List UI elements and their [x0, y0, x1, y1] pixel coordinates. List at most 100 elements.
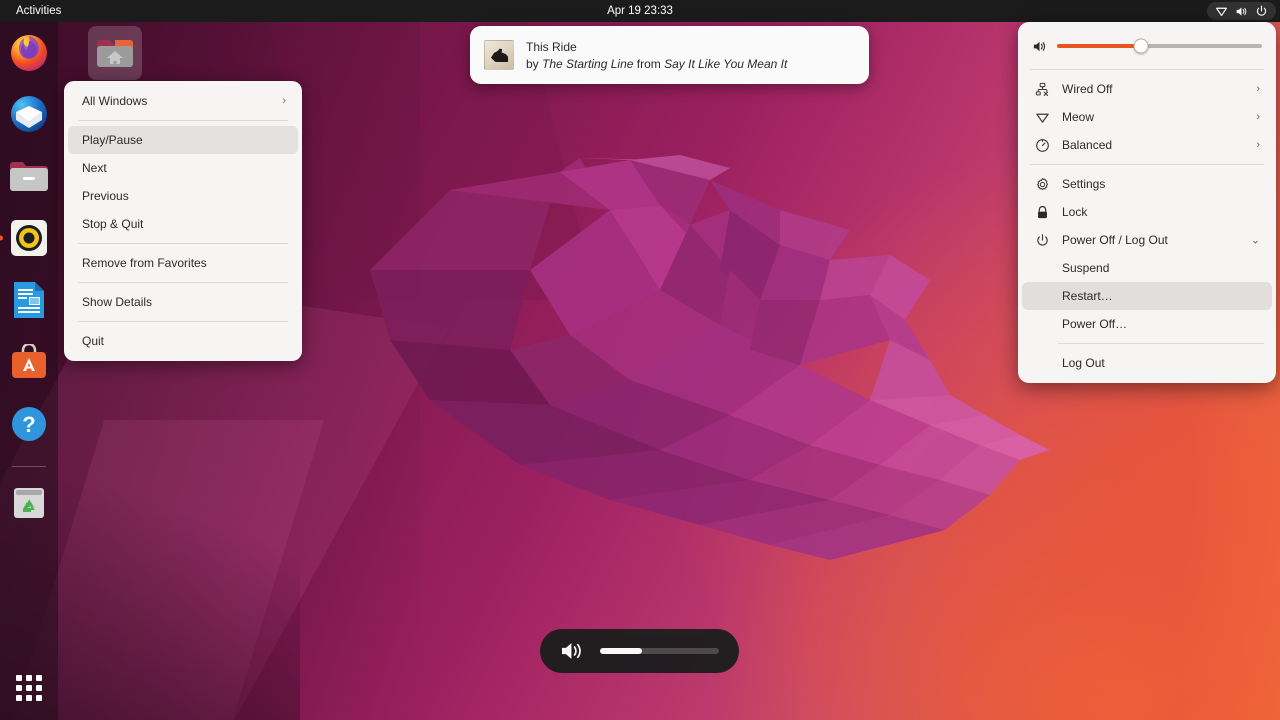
menu-separator [1030, 69, 1264, 70]
show-applications-button[interactable] [7, 666, 51, 710]
context-separator [78, 243, 288, 244]
sysmenu-item-settings[interactable]: Settings [1022, 170, 1272, 198]
dock-context-menu: All Windows › Play/Pause Next Previous S… [64, 81, 302, 361]
track-subtitle: by The Starting Line from Say It Like Yo… [526, 57, 787, 71]
trash-icon [12, 485, 46, 521]
libreoffice-writer-icon [12, 280, 46, 320]
gear-icon [1034, 176, 1050, 192]
home-folder-icon [96, 37, 134, 69]
context-item-play-pause[interactable]: Play/Pause [68, 126, 298, 154]
activities-label: Activities [16, 5, 61, 17]
clock-button[interactable]: Apr 19 23:33 [599, 0, 681, 22]
jellyfish-illustration [330, 150, 1070, 580]
by-prefix: by [526, 57, 539, 71]
context-item-previous[interactable]: Previous [68, 182, 298, 210]
dock-item-ubuntu-software[interactable] [7, 340, 51, 384]
osd-volume-fill [600, 648, 642, 654]
dock-item-firefox[interactable] [7, 30, 51, 74]
sysmenu-item-label: Wired Off [1062, 82, 1112, 96]
desktop-screen: ? Activities Apr 19 23:33 [0, 0, 1280, 720]
thunderbird-icon [9, 94, 49, 134]
rhythmbox-icon [10, 219, 48, 257]
power-submenu-label: Power Off… [1062, 317, 1127, 331]
context-item-all-windows[interactable]: All Windows › [68, 87, 298, 115]
ubuntu-software-icon [10, 344, 48, 380]
track-album: Say It Like You Mean It [664, 57, 787, 71]
context-item-label: All Windows [82, 94, 147, 108]
context-separator [78, 120, 288, 121]
sysmenu-item-label: Settings [1062, 177, 1105, 191]
vpn-shield-icon [1034, 109, 1050, 125]
chevron-right-icon: › [282, 95, 286, 107]
context-item-stop-and-quit[interactable]: Stop & Quit [68, 210, 298, 238]
volume-high-icon [560, 640, 586, 662]
track-title: This Ride [526, 40, 787, 54]
volume-osd [540, 629, 739, 673]
chevron-down-icon: ⌄ [1251, 234, 1260, 247]
dock-item-thunderbird[interactable] [7, 92, 51, 136]
volume-slider-row[interactable] [1018, 28, 1276, 64]
top-panel: Activities Apr 19 23:33 [0, 0, 1280, 22]
volume-high-icon [1032, 39, 1047, 54]
power-submenu-item-suspend[interactable]: Suspend [1022, 254, 1272, 282]
context-item-label: Previous [82, 189, 129, 203]
context-item-label: Show Details [82, 295, 152, 309]
sysmenu-item-wired[interactable]: Wired Off › [1022, 75, 1272, 103]
home-folder-desktop-icon[interactable] [88, 26, 142, 80]
power-submenu-item-power-off[interactable]: Power Off… [1022, 310, 1272, 338]
help-icon: ? [10, 405, 48, 443]
context-item-label: Play/Pause [82, 133, 143, 147]
dock-item-rhythmbox[interactable] [7, 216, 51, 260]
dock-item-files[interactable] [7, 154, 51, 198]
power-submenu-item-log-out[interactable]: Log Out [1022, 349, 1272, 377]
volume-slider[interactable] [1057, 44, 1262, 48]
album-art-thumbnail [484, 40, 514, 70]
sysmenu-item-lock[interactable]: Lock [1022, 198, 1272, 226]
wired-off-icon [1034, 81, 1050, 97]
context-item-show-details[interactable]: Show Details [68, 288, 298, 316]
power-profile-icon [1034, 137, 1050, 153]
clock-label: Apr 19 23:33 [607, 5, 673, 17]
album-art-figure [491, 48, 508, 62]
from-prefix: from [637, 57, 661, 71]
firefox-icon [9, 32, 49, 72]
running-indicator-dot [0, 236, 3, 241]
sysmenu-item-label: Meow [1062, 110, 1094, 124]
menu-separator [1030, 164, 1264, 165]
context-separator [78, 282, 288, 283]
context-item-label: Stop & Quit [82, 217, 143, 231]
dock: ? [0, 22, 58, 720]
activities-button[interactable]: Activities [8, 0, 69, 22]
power-icon [1034, 232, 1050, 248]
context-item-quit[interactable]: Quit [68, 327, 298, 355]
chevron-right-icon: › [1256, 139, 1260, 151]
sysmenu-item-label: Power Off / Log Out [1062, 233, 1168, 247]
dock-item-libreoffice-writer[interactable] [7, 278, 51, 322]
sysmenu-item-power-off-log-out[interactable]: Power Off / Log Out ⌄ [1022, 226, 1272, 254]
vpn-shield-icon [1215, 5, 1228, 18]
volume-slider-handle[interactable] [1134, 39, 1149, 54]
status-menu-button[interactable] [1207, 2, 1276, 20]
power-submenu-label: Restart… [1062, 289, 1113, 303]
dock-separator [12, 466, 46, 467]
osd-volume-bar [600, 648, 719, 654]
context-item-label: Quit [82, 334, 104, 348]
power-submenu-item-restart[interactable]: Restart… [1022, 282, 1272, 310]
power-submenu-label: Log Out [1062, 356, 1105, 370]
sysmenu-item-label: Lock [1062, 205, 1087, 219]
sysmenu-item-vpn[interactable]: Meow › [1022, 103, 1272, 131]
dock-item-trash[interactable] [7, 481, 51, 525]
sysmenu-item-power-profile[interactable]: Balanced › [1022, 131, 1272, 159]
context-item-next[interactable]: Next [68, 154, 298, 182]
chevron-right-icon: › [1256, 111, 1260, 123]
context-item-label: Next [82, 161, 107, 175]
notification-text: This Ride by The Starting Line from Say … [526, 40, 787, 71]
context-item-remove-from-favorites[interactable]: Remove from Favorites [68, 249, 298, 277]
dock-item-help[interactable]: ? [7, 402, 51, 446]
sysmenu-item-label: Balanced [1062, 138, 1112, 152]
context-separator [78, 321, 288, 322]
chevron-right-icon: › [1256, 83, 1260, 95]
power-submenu-label: Suspend [1062, 261, 1109, 275]
media-notification[interactable]: This Ride by The Starting Line from Say … [470, 26, 869, 84]
power-icon [1255, 5, 1268, 18]
